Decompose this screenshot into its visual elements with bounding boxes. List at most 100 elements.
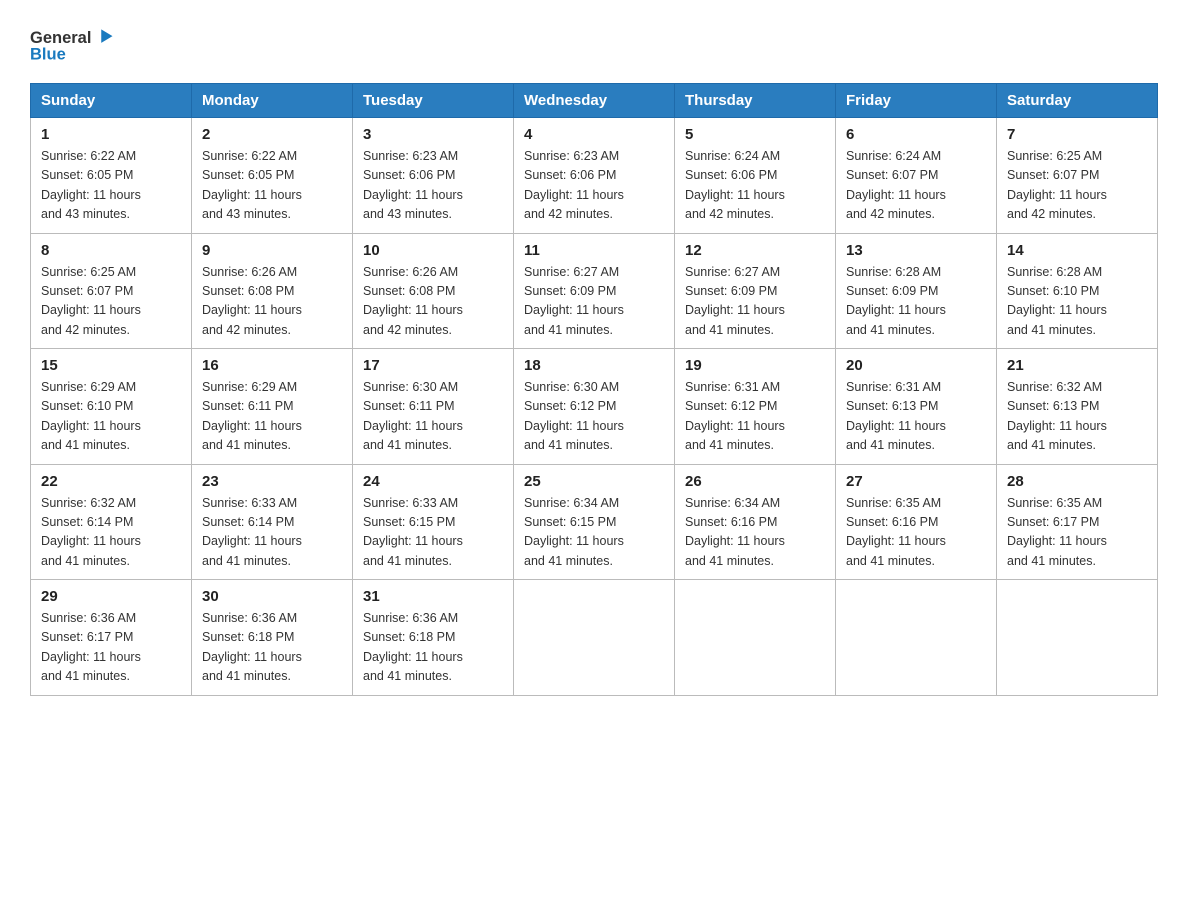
day-cell: 21 Sunrise: 6:32 AMSunset: 6:13 PMDaylig… bbox=[997, 349, 1158, 465]
day-cell: 16 Sunrise: 6:29 AMSunset: 6:11 PMDaylig… bbox=[192, 349, 353, 465]
day-info: Sunrise: 6:35 AMSunset: 6:16 PMDaylight:… bbox=[846, 496, 946, 568]
day-info: Sunrise: 6:26 AMSunset: 6:08 PMDaylight:… bbox=[363, 265, 463, 337]
day-number: 9 bbox=[202, 242, 342, 259]
day-info: Sunrise: 6:36 AMSunset: 6:18 PMDaylight:… bbox=[202, 611, 302, 683]
day-number: 1 bbox=[41, 126, 181, 143]
day-cell: 26 Sunrise: 6:34 AMSunset: 6:16 PMDaylig… bbox=[675, 464, 836, 580]
day-cell: 30 Sunrise: 6:36 AMSunset: 6:18 PMDaylig… bbox=[192, 580, 353, 696]
day-cell: 20 Sunrise: 6:31 AMSunset: 6:13 PMDaylig… bbox=[836, 349, 997, 465]
day-number: 3 bbox=[363, 126, 503, 143]
col-header-wednesday: Wednesday bbox=[514, 84, 675, 118]
day-number: 2 bbox=[202, 126, 342, 143]
col-header-saturday: Saturday bbox=[997, 84, 1158, 118]
day-info: Sunrise: 6:24 AMSunset: 6:07 PMDaylight:… bbox=[846, 149, 946, 221]
day-cell: 4 Sunrise: 6:23 AMSunset: 6:06 PMDayligh… bbox=[514, 118, 675, 234]
day-cell: 31 Sunrise: 6:36 AMSunset: 6:18 PMDaylig… bbox=[353, 580, 514, 696]
day-cell: 22 Sunrise: 6:32 AMSunset: 6:14 PMDaylig… bbox=[31, 464, 192, 580]
day-cell bbox=[997, 580, 1158, 696]
day-number: 24 bbox=[363, 473, 503, 490]
day-number: 14 bbox=[1007, 242, 1147, 259]
day-number: 10 bbox=[363, 242, 503, 259]
week-row-5: 29 Sunrise: 6:36 AMSunset: 6:17 PMDaylig… bbox=[31, 580, 1158, 696]
day-info: Sunrise: 6:29 AMSunset: 6:11 PMDaylight:… bbox=[202, 380, 302, 452]
week-row-1: 1 Sunrise: 6:22 AMSunset: 6:05 PMDayligh… bbox=[31, 118, 1158, 234]
day-number: 17 bbox=[363, 357, 503, 374]
day-number: 6 bbox=[846, 126, 986, 143]
day-number: 4 bbox=[524, 126, 664, 143]
day-cell: 8 Sunrise: 6:25 AMSunset: 6:07 PMDayligh… bbox=[31, 233, 192, 349]
day-cell: 28 Sunrise: 6:35 AMSunset: 6:17 PMDaylig… bbox=[997, 464, 1158, 580]
day-cell: 19 Sunrise: 6:31 AMSunset: 6:12 PMDaylig… bbox=[675, 349, 836, 465]
day-number: 31 bbox=[363, 588, 503, 605]
week-row-2: 8 Sunrise: 6:25 AMSunset: 6:07 PMDayligh… bbox=[31, 233, 1158, 349]
day-cell bbox=[514, 580, 675, 696]
day-number: 16 bbox=[202, 357, 342, 374]
day-number: 26 bbox=[685, 473, 825, 490]
day-cell: 10 Sunrise: 6:26 AMSunset: 6:08 PMDaylig… bbox=[353, 233, 514, 349]
day-cell: 13 Sunrise: 6:28 AMSunset: 6:09 PMDaylig… bbox=[836, 233, 997, 349]
day-number: 19 bbox=[685, 357, 825, 374]
day-number: 18 bbox=[524, 357, 664, 374]
day-number: 5 bbox=[685, 126, 825, 143]
day-cell: 7 Sunrise: 6:25 AMSunset: 6:07 PMDayligh… bbox=[997, 118, 1158, 234]
day-info: Sunrise: 6:24 AMSunset: 6:06 PMDaylight:… bbox=[685, 149, 785, 221]
day-cell: 11 Sunrise: 6:27 AMSunset: 6:09 PMDaylig… bbox=[514, 233, 675, 349]
day-number: 23 bbox=[202, 473, 342, 490]
day-number: 12 bbox=[685, 242, 825, 259]
day-number: 30 bbox=[202, 588, 342, 605]
day-number: 29 bbox=[41, 588, 181, 605]
day-info: Sunrise: 6:30 AMSunset: 6:11 PMDaylight:… bbox=[363, 380, 463, 452]
day-cell: 27 Sunrise: 6:35 AMSunset: 6:16 PMDaylig… bbox=[836, 464, 997, 580]
day-info: Sunrise: 6:25 AMSunset: 6:07 PMDaylight:… bbox=[41, 265, 141, 337]
day-info: Sunrise: 6:28 AMSunset: 6:10 PMDaylight:… bbox=[1007, 265, 1107, 337]
day-cell: 23 Sunrise: 6:33 AMSunset: 6:14 PMDaylig… bbox=[192, 464, 353, 580]
day-info: Sunrise: 6:36 AMSunset: 6:18 PMDaylight:… bbox=[363, 611, 463, 683]
calendar-header-row: SundayMondayTuesdayWednesdayThursdayFrid… bbox=[31, 84, 1158, 118]
day-number: 22 bbox=[41, 473, 181, 490]
day-cell bbox=[675, 580, 836, 696]
day-cell: 24 Sunrise: 6:33 AMSunset: 6:15 PMDaylig… bbox=[353, 464, 514, 580]
day-cell: 14 Sunrise: 6:28 AMSunset: 6:10 PMDaylig… bbox=[997, 233, 1158, 349]
day-cell: 29 Sunrise: 6:36 AMSunset: 6:17 PMDaylig… bbox=[31, 580, 192, 696]
day-info: Sunrise: 6:36 AMSunset: 6:17 PMDaylight:… bbox=[41, 611, 141, 683]
day-cell: 6 Sunrise: 6:24 AMSunset: 6:07 PMDayligh… bbox=[836, 118, 997, 234]
day-info: Sunrise: 6:33 AMSunset: 6:14 PMDaylight:… bbox=[202, 496, 302, 568]
col-header-friday: Friday bbox=[836, 84, 997, 118]
week-row-3: 15 Sunrise: 6:29 AMSunset: 6:10 PMDaylig… bbox=[31, 349, 1158, 465]
col-header-sunday: Sunday bbox=[31, 84, 192, 118]
day-cell: 9 Sunrise: 6:26 AMSunset: 6:08 PMDayligh… bbox=[192, 233, 353, 349]
day-number: 27 bbox=[846, 473, 986, 490]
svg-text:General: General bbox=[30, 29, 91, 47]
day-info: Sunrise: 6:22 AMSunset: 6:05 PMDaylight:… bbox=[202, 149, 302, 221]
day-info: Sunrise: 6:25 AMSunset: 6:07 PMDaylight:… bbox=[1007, 149, 1107, 221]
day-cell: 17 Sunrise: 6:30 AMSunset: 6:11 PMDaylig… bbox=[353, 349, 514, 465]
day-number: 13 bbox=[846, 242, 986, 259]
week-row-4: 22 Sunrise: 6:32 AMSunset: 6:14 PMDaylig… bbox=[31, 464, 1158, 580]
day-number: 11 bbox=[524, 242, 664, 259]
col-header-thursday: Thursday bbox=[675, 84, 836, 118]
day-info: Sunrise: 6:23 AMSunset: 6:06 PMDaylight:… bbox=[524, 149, 624, 221]
day-info: Sunrise: 6:34 AMSunset: 6:15 PMDaylight:… bbox=[524, 496, 624, 568]
day-info: Sunrise: 6:32 AMSunset: 6:14 PMDaylight:… bbox=[41, 496, 141, 568]
day-cell: 15 Sunrise: 6:29 AMSunset: 6:10 PMDaylig… bbox=[31, 349, 192, 465]
day-cell: 18 Sunrise: 6:30 AMSunset: 6:12 PMDaylig… bbox=[514, 349, 675, 465]
calendar-table: SundayMondayTuesdayWednesdayThursdayFrid… bbox=[30, 83, 1158, 696]
col-header-monday: Monday bbox=[192, 84, 353, 118]
day-info: Sunrise: 6:26 AMSunset: 6:08 PMDaylight:… bbox=[202, 265, 302, 337]
day-number: 15 bbox=[41, 357, 181, 374]
day-cell: 1 Sunrise: 6:22 AMSunset: 6:05 PMDayligh… bbox=[31, 118, 192, 234]
day-info: Sunrise: 6:33 AMSunset: 6:15 PMDaylight:… bbox=[363, 496, 463, 568]
day-cell: 5 Sunrise: 6:24 AMSunset: 6:06 PMDayligh… bbox=[675, 118, 836, 234]
day-info: Sunrise: 6:29 AMSunset: 6:10 PMDaylight:… bbox=[41, 380, 141, 452]
day-cell bbox=[836, 580, 997, 696]
day-info: Sunrise: 6:32 AMSunset: 6:13 PMDaylight:… bbox=[1007, 380, 1107, 452]
day-number: 8 bbox=[41, 242, 181, 259]
day-cell: 12 Sunrise: 6:27 AMSunset: 6:09 PMDaylig… bbox=[675, 233, 836, 349]
day-number: 28 bbox=[1007, 473, 1147, 490]
day-info: Sunrise: 6:35 AMSunset: 6:17 PMDaylight:… bbox=[1007, 496, 1107, 568]
day-number: 20 bbox=[846, 357, 986, 374]
day-number: 21 bbox=[1007, 357, 1147, 374]
day-info: Sunrise: 6:30 AMSunset: 6:12 PMDaylight:… bbox=[524, 380, 624, 452]
day-cell: 3 Sunrise: 6:23 AMSunset: 6:06 PMDayligh… bbox=[353, 118, 514, 234]
day-cell: 2 Sunrise: 6:22 AMSunset: 6:05 PMDayligh… bbox=[192, 118, 353, 234]
